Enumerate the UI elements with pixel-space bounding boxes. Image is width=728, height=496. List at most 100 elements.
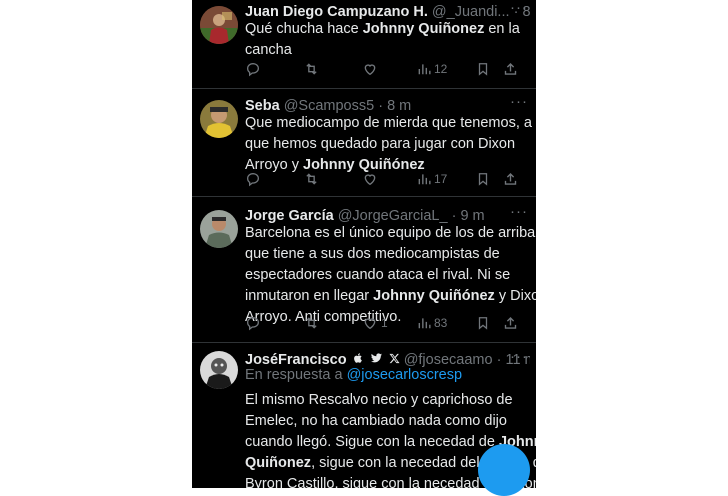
reply-icon xyxy=(245,171,261,187)
like-button[interactable] xyxy=(362,58,378,80)
tweet-text-line: El mismo Rescalvo necio y caprichoso de xyxy=(245,390,530,411)
author-name[interactable]: JoséFrancisco xyxy=(245,352,347,368)
text-segment: Emelec, no ha cambiado nada como dijo xyxy=(245,413,507,429)
bookmark-button[interactable] xyxy=(476,58,490,80)
author-handle[interactable]: @Scamposs5 xyxy=(284,98,374,114)
more-options-icon[interactable]: ··· xyxy=(510,349,528,365)
separator-dot: · xyxy=(378,98,384,114)
separator-dot: · xyxy=(496,352,502,368)
text-segment: espectadores cuando ataca el rival. Ni s… xyxy=(245,267,511,283)
author-handle[interactable]: @_Juandi... xyxy=(432,4,510,20)
like-button[interactable] xyxy=(362,168,378,190)
avatar[interactable] xyxy=(200,210,238,248)
views-count: 12 xyxy=(434,62,448,76)
reply-button[interactable] xyxy=(245,312,261,334)
tweet-text: Qué chucha hace Johnny Quiñonez en la can… xyxy=(245,19,530,61)
text-segment: cancha xyxy=(245,42,292,58)
heart-icon xyxy=(362,61,378,77)
reply-icon xyxy=(245,315,261,331)
text-segment: cuando llegó. Sigue con la necedad de xyxy=(245,434,499,450)
timeline: Juan Diego Campuzano H. @_Juandi... · 8 … xyxy=(192,0,536,488)
retweet-icon xyxy=(303,61,320,77)
avatar[interactable] xyxy=(200,100,238,138)
views-button[interactable]: 83 xyxy=(417,312,447,334)
more-options-icon[interactable]: ··· xyxy=(510,94,528,110)
tweet-text-line: que tiene a sus dos mediocampistas de xyxy=(245,244,530,265)
more-options-icon[interactable]: ··· xyxy=(510,0,528,16)
bookmark-icon xyxy=(476,171,490,187)
timestamp[interactable]: 8 m xyxy=(387,98,411,114)
divider xyxy=(192,88,536,89)
tweet[interactable]: Seba @Scamposs5 · 8 m ··· Que mediocampo… xyxy=(192,94,536,196)
views-count: 83 xyxy=(434,316,448,330)
retweet-button[interactable] xyxy=(303,312,320,334)
more-options-icon[interactable]: ··· xyxy=(510,204,528,220)
author-handle[interactable]: @JorgeGarciaL_ xyxy=(338,208,448,224)
tweet-text-line: Que mediocampo de mierda que tenemos, a … xyxy=(245,113,536,134)
heart-icon xyxy=(362,315,378,331)
reply-button[interactable] xyxy=(245,58,261,80)
bookmark-icon xyxy=(476,61,490,77)
retweet-button[interactable] xyxy=(303,168,320,190)
retweet-button[interactable] xyxy=(303,58,320,80)
divider xyxy=(192,196,536,197)
text-segment: Qué chucha hace xyxy=(245,21,363,37)
tweet[interactable]: Juan Diego Campuzano H. @_Juandi... · 8 … xyxy=(192,0,536,88)
bookmark-button[interactable] xyxy=(476,312,490,334)
tweet-text-line: Barcelona es el único equipo de los de a… xyxy=(245,223,536,244)
tweet-text: Que mediocampo de mierda que tenemos, a … xyxy=(245,113,536,176)
text-segment: Barcelona es el único equipo de los de a… xyxy=(245,225,536,241)
share-icon xyxy=(503,315,518,331)
text-segment: y Dixon xyxy=(498,288,536,304)
like-button[interactable]: 1 xyxy=(362,312,388,334)
reply-button[interactable] xyxy=(245,168,261,190)
reply-icon xyxy=(245,61,261,77)
share-button[interactable] xyxy=(503,168,518,190)
views-button[interactable]: 12 xyxy=(417,58,447,80)
highlighted-name: Johnny Quiñonez xyxy=(362,21,485,37)
views-count: 17 xyxy=(434,172,448,186)
reply-prefix: En respuesta a xyxy=(245,367,343,383)
author-name[interactable]: Jorge García xyxy=(245,208,334,224)
views-icon xyxy=(417,316,431,330)
bookmark-button[interactable] xyxy=(476,168,490,190)
views-button[interactable]: 17 xyxy=(417,168,447,190)
views-icon xyxy=(417,172,431,186)
share-button[interactable] xyxy=(503,58,518,80)
timestamp[interactable]: 9 m xyxy=(460,208,484,224)
tweet-actions: 1 83 xyxy=(245,312,530,334)
tweet-actions: 17 xyxy=(245,168,530,190)
text-segment: Que mediocampo de mierda que tenemos, a … xyxy=(245,115,536,131)
share-icon xyxy=(503,61,518,77)
tweet-text-line: que hemos quedado para jugar con Dixon xyxy=(245,134,530,155)
tweet-text-line: Qué chucha hace Johnny Quiñonez en la xyxy=(245,19,530,40)
text-segment: inmutaron en llegar xyxy=(245,288,374,304)
tweet-text-line: Emelec, no ha cambiado nada como dijo xyxy=(245,411,530,432)
highlighted-name: Quiñonez xyxy=(245,455,312,471)
author-name[interactable]: Seba xyxy=(245,98,280,114)
text-segment: en la xyxy=(484,21,520,37)
reply-context: En respuesta a @josecarloscresp xyxy=(245,367,462,383)
views-icon xyxy=(417,62,431,76)
bookmark-icon xyxy=(476,315,490,331)
share-icon xyxy=(503,171,518,187)
separator-dot: · xyxy=(451,208,457,224)
retweet-icon xyxy=(303,315,320,331)
avatar[interactable] xyxy=(200,351,238,389)
text-segment: El mismo Rescalvo necio y caprichoso de xyxy=(245,392,513,408)
tweet-text-line: inmutaron en llegar Johnny Quiñónez y Di… xyxy=(245,286,536,307)
text-segment: que hemos quedado para jugar con Dixon xyxy=(245,136,516,152)
text-segment: que tiene a sus dos mediocampistas de xyxy=(245,246,500,262)
author-name[interactable]: Juan Diego Campuzano H. xyxy=(245,4,428,20)
like-count: 1 xyxy=(381,316,388,330)
avatar[interactable] xyxy=(200,6,238,44)
highlighted-name: Johnny Quiñónez xyxy=(373,288,495,304)
retweet-icon xyxy=(303,171,320,187)
reply-mention-link[interactable]: @josecarloscresp xyxy=(347,367,462,383)
author-handle[interactable]: @fjosecaamo xyxy=(404,352,493,368)
tweet-actions: 12 xyxy=(245,58,530,80)
share-button[interactable] xyxy=(503,312,518,334)
tweet-text-line: espectadores cuando ataca el rival. Ni s… xyxy=(245,265,530,286)
compose-button[interactable] xyxy=(478,444,530,496)
tweet[interactable]: Jorge García @JorgeGarciaL_ · 9 m ··· Ba… xyxy=(192,204,536,340)
